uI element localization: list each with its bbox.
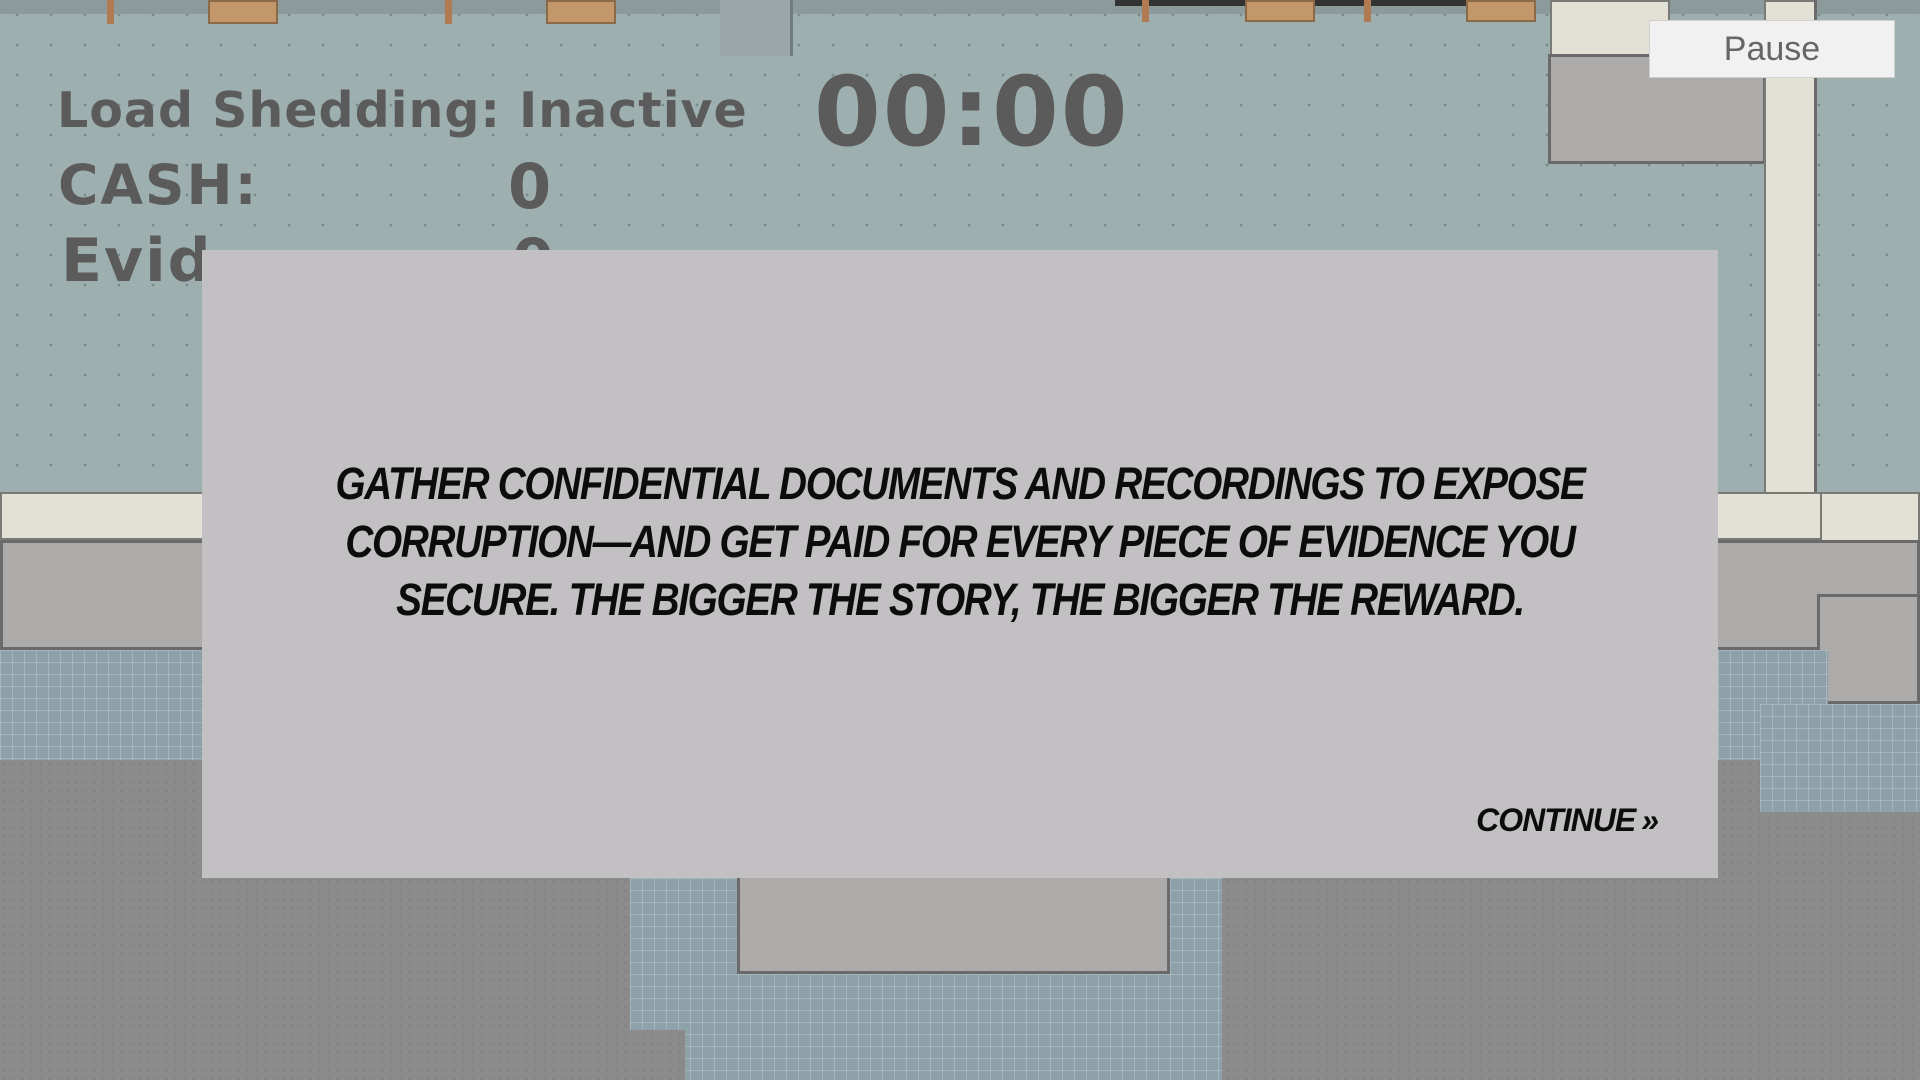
load-shedding-status: Load Shedding: Inactive	[57, 82, 748, 139]
crate	[1466, 0, 1536, 22]
continue-button[interactable]: CONTINUE »	[1476, 802, 1659, 839]
wall-segment	[720, 0, 793, 56]
tile-floor-left	[0, 650, 210, 760]
wall-post	[445, 0, 452, 24]
double-chevron-right-icon: »	[1641, 802, 1659, 838]
tile-floor-right-lower	[1760, 704, 1920, 812]
crate	[208, 0, 278, 24]
wall-post	[1364, 0, 1371, 22]
wall-post	[1142, 0, 1149, 22]
game-scene: Load Shedding: Inactive 00:00 CASH: 0 Ev…	[0, 0, 1920, 1080]
cash-label: CASH:	[58, 153, 259, 217]
crate	[1245, 0, 1315, 22]
wall-post	[107, 0, 114, 24]
intro-dialog: GATHER CONFIDENTIAL DOCUMENTS AND RECORD…	[202, 250, 1718, 878]
evidence-label: Evid	[61, 226, 213, 296]
gray-block-right	[1817, 594, 1920, 704]
gray-floor-center-notch	[630, 1030, 685, 1080]
timer: 00:00	[814, 56, 1130, 168]
crate	[546, 0, 616, 24]
dialog-message: GATHER CONFIDENTIAL DOCUMENTS AND RECORD…	[335, 458, 1585, 625]
continue-label: CONTINUE	[1476, 802, 1636, 838]
gray-block-center	[737, 876, 1170, 974]
pause-button[interactable]: Pause	[1649, 20, 1895, 78]
cash-value: 0	[508, 150, 552, 223]
